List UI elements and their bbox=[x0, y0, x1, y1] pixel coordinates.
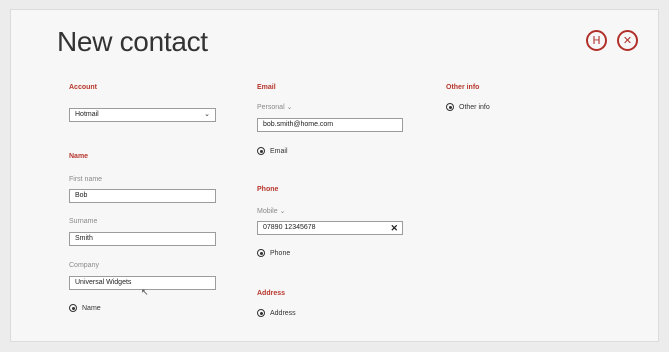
first-name-label: First name bbox=[69, 176, 103, 183]
contact-panel bbox=[10, 9, 659, 342]
add-icon bbox=[257, 249, 265, 257]
company-label: Company bbox=[69, 262, 99, 269]
phone-value: 07890 12345678 bbox=[263, 224, 316, 231]
add-icon bbox=[257, 309, 265, 317]
add-name-label: Name bbox=[82, 304, 101, 312]
account-heading: Account bbox=[69, 84, 97, 91]
email-heading: Email bbox=[257, 84, 276, 91]
phone-heading: Phone bbox=[257, 186, 279, 193]
add-other-info-label: Other info bbox=[459, 103, 490, 111]
name-heading: Name bbox=[69, 153, 89, 160]
add-email-button[interactable]: Email bbox=[257, 147, 288, 155]
close-icon: ✕ bbox=[622, 34, 633, 47]
phone-field[interactable]: 07890 12345678 ✕ bbox=[257, 221, 403, 235]
add-other-info-button[interactable]: Other info bbox=[446, 103, 490, 111]
company-value: Universal Widgets bbox=[75, 279, 132, 286]
cancel-button[interactable]: ✕ bbox=[617, 30, 638, 51]
phone-type-select[interactable]: Mobile ⌄ bbox=[257, 207, 285, 215]
email-type-select[interactable]: Personal ⌄ bbox=[257, 103, 292, 111]
add-address-button[interactable]: Address bbox=[257, 309, 296, 317]
first-name-value: Bob bbox=[75, 192, 88, 199]
add-icon bbox=[446, 103, 454, 111]
save-button[interactable]: H bbox=[586, 30, 607, 51]
chevron-down-icon: ⌄ bbox=[204, 111, 210, 118]
mouse-cursor-icon: ↖ bbox=[141, 287, 149, 297]
email-field[interactable]: bob.smith@home.com bbox=[257, 118, 403, 132]
first-name-field[interactable]: Bob bbox=[69, 189, 216, 203]
page-title: New contact bbox=[57, 26, 208, 57]
add-icon bbox=[69, 304, 77, 312]
surname-value: Smith bbox=[75, 235, 93, 242]
add-email-label: Email bbox=[270, 147, 288, 155]
add-name-button[interactable]: Name bbox=[69, 304, 101, 312]
save-icon: H bbox=[592, 34, 601, 47]
add-address-label: Address bbox=[270, 309, 296, 317]
clear-icon[interactable]: ✕ bbox=[390, 222, 398, 234]
add-icon bbox=[257, 147, 265, 155]
add-phone-button[interactable]: Phone bbox=[257, 249, 290, 257]
surname-field[interactable]: Smith bbox=[69, 232, 216, 246]
address-heading: Address bbox=[257, 290, 286, 297]
other-info-heading: Other info bbox=[446, 84, 480, 91]
add-phone-label: Phone bbox=[270, 249, 291, 257]
account-value: Hotmail bbox=[75, 111, 99, 118]
email-value: bob.smith@home.com bbox=[263, 121, 334, 128]
surname-label: Surname bbox=[69, 218, 98, 225]
account-select[interactable]: Hotmail ⌄ bbox=[69, 108, 216, 122]
